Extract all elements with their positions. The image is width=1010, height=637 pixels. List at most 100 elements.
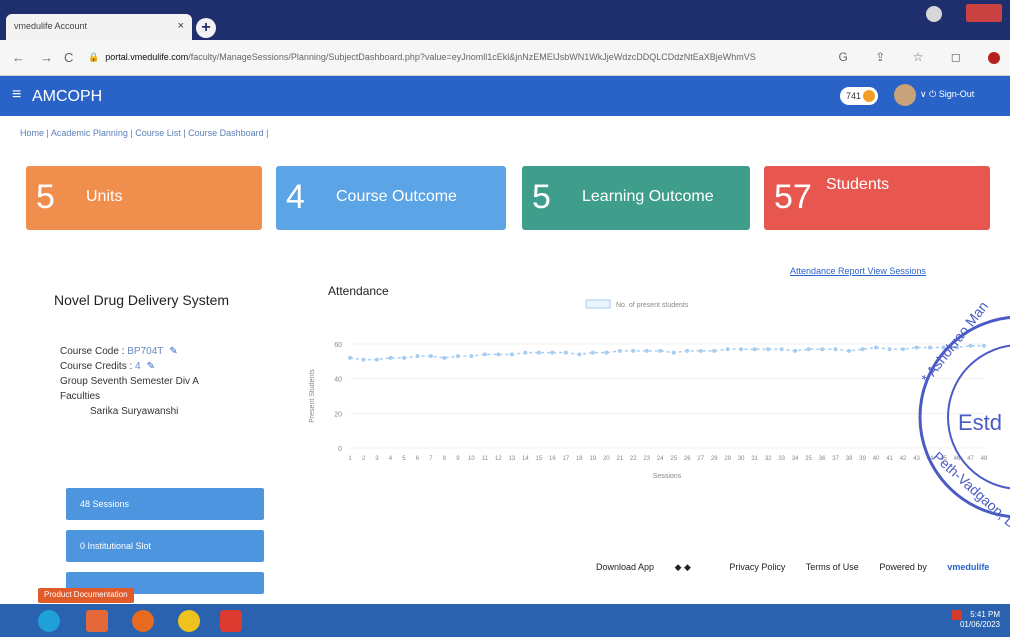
x-tick-label: 29 [724, 456, 731, 462]
download-app-link[interactable]: Download App ◆ ◆ [596, 562, 709, 572]
privacy-policy-link[interactable]: Privacy Policy [729, 562, 785, 572]
data-point [671, 350, 676, 355]
close-icon[interactable]: × [178, 20, 184, 32]
browser-tab[interactable]: vmedulife Account × [6, 14, 192, 40]
data-point [739, 347, 744, 352]
browser-toolbar-icons[interactable]: G ⇪ ☆ ◻ [839, 50, 1000, 64]
sign-out-button[interactable]: ∨ ⏻ Sign-Out [920, 89, 974, 100]
product-documentation-tag[interactable]: Product Documentation [38, 588, 134, 603]
y-tick-label: 20 [334, 411, 342, 418]
faculty-name: Sarika Suryawanshi [90, 406, 179, 417]
x-tick-label: 6 [416, 456, 420, 462]
legend-swatch [585, 299, 611, 309]
clock[interactable]: 5:41 PM 01/06/2023 [960, 610, 1000, 629]
data-point [874, 345, 879, 350]
hamburger-menu-icon[interactable]: ≡ [12, 86, 21, 104]
x-tick-label: 41 [886, 456, 893, 462]
avatar[interactable] [894, 84, 916, 106]
x-tick-label: 42 [900, 456, 907, 462]
breadcrumb[interactable]: Home | Academic Planning | Course List |… [20, 128, 268, 138]
x-tick-label: 15 [536, 456, 543, 462]
learning-outcome-card[interactable]: 5 Learning Outcome [522, 166, 750, 230]
address-bar: ← → C 🔒 portal.vmedulife.com/faculty/Mana… [0, 40, 1010, 76]
download-app-label: Download App [596, 562, 655, 572]
institutional-slot-button[interactable]: 0 Institutional Slot [66, 530, 264, 562]
back-icon[interactable]: ← [12, 50, 25, 65]
data-point [482, 352, 487, 357]
toolbar-icons[interactable]: G ⇪ ☆ ◻ [839, 50, 973, 64]
data-point [617, 348, 622, 353]
data-point [793, 348, 798, 353]
y-tick-label: 0 [338, 446, 342, 453]
system-tray[interactable]: 5:41 PM 01/06/2023 [952, 610, 1000, 630]
data-point [685, 348, 690, 353]
data-point [779, 347, 784, 352]
college-stamp: * Ashokrao Man Estd Peth-Vadgaon, D [918, 302, 1010, 531]
x-tick-label: 35 [805, 456, 812, 462]
x-tick-label: 32 [765, 456, 772, 462]
data-point [887, 347, 892, 352]
firefox-icon[interactable] [132, 610, 154, 632]
course-outcome-card[interactable]: 4 Course Outcome [276, 166, 506, 230]
url-path: /faculty/ManageSessions/Planning/Subject… [188, 52, 756, 62]
data-point [698, 348, 703, 353]
data-point [509, 352, 514, 357]
data-point [401, 355, 406, 360]
x-tick-label: 22 [630, 456, 637, 462]
x-tick-label: 11 [482, 456, 489, 462]
edit-icon[interactable]: ✎ [169, 346, 177, 357]
window-close-button[interactable] [966, 4, 1002, 22]
students-count: 57 [774, 178, 812, 216]
x-tick-label: 31 [751, 456, 758, 462]
data-point [901, 347, 906, 352]
attendance-chart: 02040601 2 3 4 5 6 7 8 9 10 11 12 13 14 15 16 17 18 19 20 21… [309, 299, 988, 480]
app-header: ≡ AMCOPH 741 ∨ ⏻ Sign-Out [0, 76, 1010, 116]
url-field[interactable]: 🔒 portal.vmedulife.com/faculty/ManageSess… [88, 52, 848, 63]
data-point [469, 354, 474, 359]
extension-icon[interactable] [988, 51, 1000, 64]
data-point [644, 348, 649, 353]
coins-badge[interactable]: 741 [840, 87, 878, 105]
new-tab-button[interactable]: + [196, 18, 216, 38]
chrome-active-icon[interactable] [220, 610, 242, 632]
chrome-icon[interactable] [178, 610, 200, 632]
x-tick-label: 34 [792, 456, 799, 462]
x-tick-label: 28 [711, 456, 718, 462]
data-point [455, 354, 460, 359]
lock-icon: 🔒 [88, 52, 100, 62]
learning-outcome-count: 5 [532, 178, 551, 216]
profile-icon[interactable] [926, 6, 942, 22]
data-point [860, 347, 865, 352]
y-tick-label: 40 [334, 377, 342, 384]
course-outcome-label: Course Outcome [336, 188, 457, 205]
course-credits-label: Course Credits : [60, 361, 136, 372]
data-point [536, 350, 541, 355]
students-card[interactable]: 57 Students [764, 166, 990, 230]
group-info: Group Seventh Semester Div A [60, 376, 199, 387]
data-point [374, 357, 379, 362]
x-tick-label: 40 [873, 456, 880, 462]
units-card[interactable]: 5 Units [26, 166, 262, 230]
data-point [496, 352, 501, 357]
x-tick-label: 21 [616, 456, 623, 462]
data-point [442, 355, 447, 360]
x-tick-label: 10 [468, 456, 475, 462]
sessions-button[interactable]: 48 Sessions [66, 488, 264, 520]
data-point [806, 347, 811, 352]
y-tick-label: 60 [334, 342, 342, 349]
clock-time: 5:41 PM [970, 610, 1000, 620]
edit-icon[interactable]: ✎ [147, 361, 155, 372]
reload-icon[interactable]: C [64, 50, 73, 65]
forward-icon[interactable]: → [40, 50, 53, 65]
app-brand[interactable]: AMCOPH [32, 88, 102, 106]
files-icon[interactable] [86, 610, 108, 632]
url-host: portal.vmedulife.com [105, 52, 189, 62]
x-tick-label: 24 [657, 456, 664, 462]
attendance-report-link[interactable]: Attendance Report View Sessions [790, 266, 926, 276]
start-icon[interactable] [38, 610, 60, 632]
window-controls [926, 4, 1002, 24]
terms-link[interactable]: Terms of Use [806, 562, 859, 572]
flag-icon[interactable] [952, 610, 963, 620]
units-count: 5 [36, 178, 55, 216]
x-tick-label: 9 [456, 456, 460, 462]
